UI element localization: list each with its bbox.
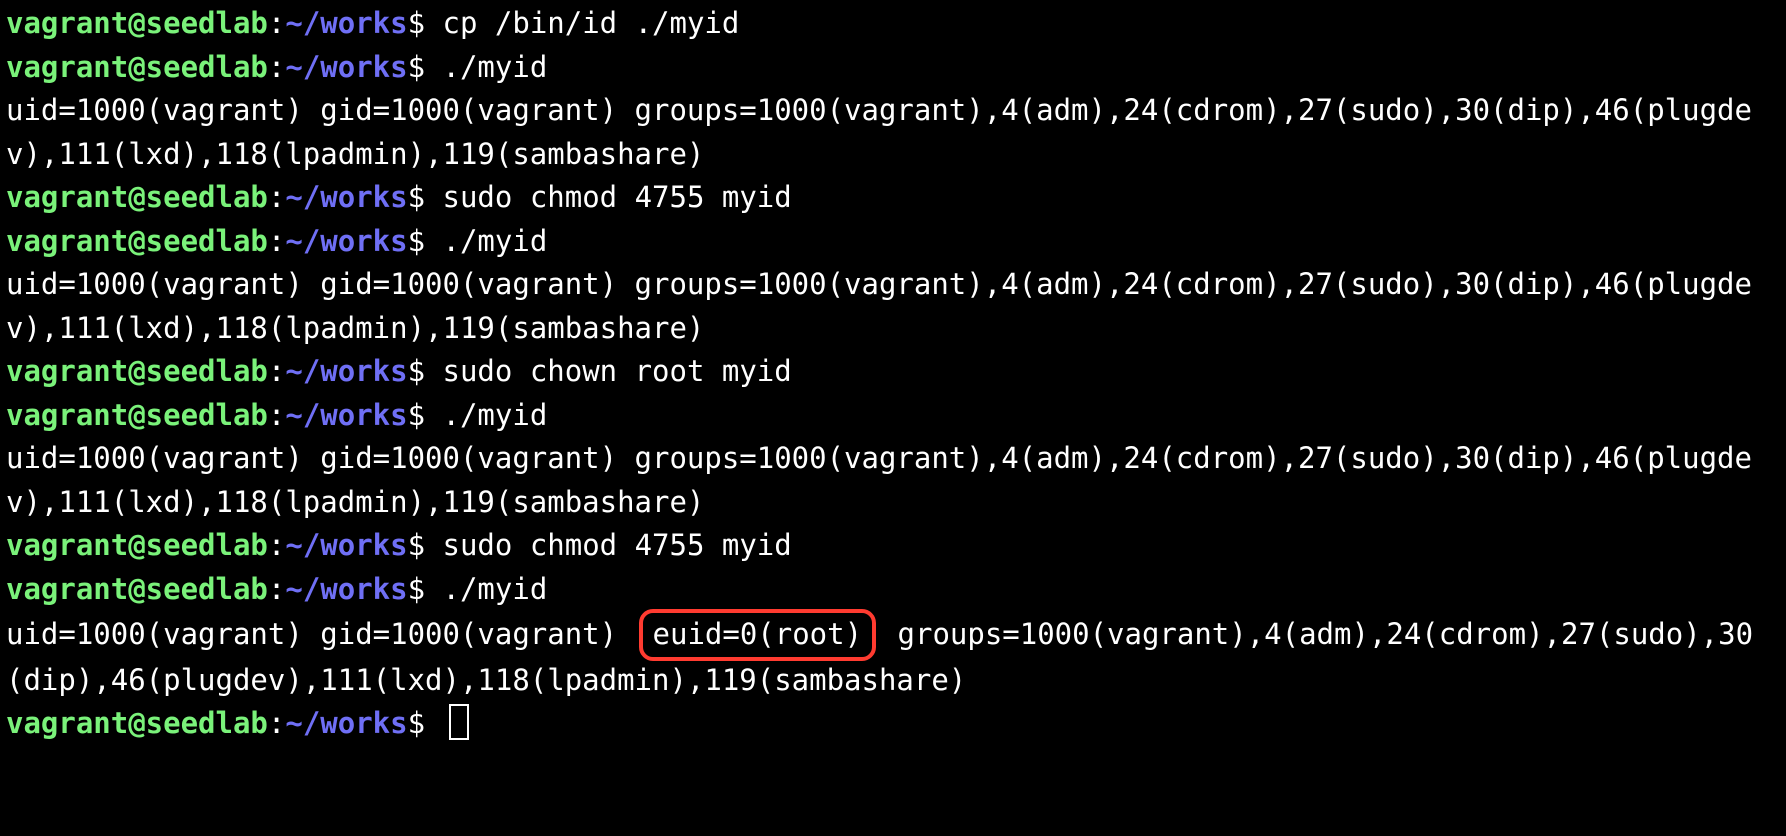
output-text: uid=1000(vagrant) gid=1000(vagrant) <box>6 617 635 651</box>
prompt-path: ~/works <box>285 50 407 84</box>
terminal-line: vagrant@seedlab:~/works$ sudo chmod 4755… <box>6 176 1780 220</box>
command-text: cp /bin/id ./myid <box>443 6 740 40</box>
prompt-user-host: vagrant@seedlab <box>6 50 268 84</box>
command-text: ./myid <box>443 50 548 84</box>
prompt-user-host: vagrant@seedlab <box>6 528 268 562</box>
cursor-icon <box>449 704 469 740</box>
prompt-user-host: vagrant@seedlab <box>6 706 268 740</box>
prompt-path: ~/works <box>285 706 407 740</box>
prompt-user-host: vagrant@seedlab <box>6 180 268 214</box>
terminal-line: vagrant@seedlab:~/works$ ./myid <box>6 568 1780 612</box>
prompt-user-host: vagrant@seedlab <box>6 354 268 388</box>
terminal-line: vagrant@seedlab:~/works$ <box>6 702 1780 746</box>
prompt-path: ~/works <box>285 180 407 214</box>
command-text: sudo chown root myid <box>443 354 792 388</box>
prompt-path: ~/works <box>285 224 407 258</box>
highlight-euid: euid=0(root) <box>639 609 877 661</box>
prompt-dollar: $ <box>408 224 443 258</box>
prompt-dollar: $ <box>408 398 443 432</box>
prompt-path: ~/works <box>285 398 407 432</box>
terminal-line: uid=1000(vagrant) gid=1000(vagrant) grou… <box>6 437 1780 524</box>
prompt-dollar: $ <box>408 528 443 562</box>
prompt-dollar: $ <box>408 50 443 84</box>
prompt-colon: : <box>268 572 285 606</box>
prompt-colon: : <box>268 528 285 562</box>
terminal-line: uid=1000(vagrant) gid=1000(vagrant) grou… <box>6 89 1780 176</box>
prompt-path: ~/works <box>285 572 407 606</box>
prompt-colon: : <box>268 398 285 432</box>
prompt-user-host: vagrant@seedlab <box>6 224 268 258</box>
terminal-line: vagrant@seedlab:~/works$ sudo chmod 4755… <box>6 524 1780 568</box>
prompt-dollar: $ <box>408 706 443 740</box>
prompt-colon: : <box>268 180 285 214</box>
terminal-line: vagrant@seedlab:~/works$ ./myid <box>6 394 1780 438</box>
prompt-path: ~/works <box>285 6 407 40</box>
prompt-path: ~/works <box>285 354 407 388</box>
prompt-dollar: $ <box>408 180 443 214</box>
prompt-colon: : <box>268 224 285 258</box>
prompt-colon: : <box>268 354 285 388</box>
command-text: ./myid <box>443 572 548 606</box>
prompt-colon: : <box>268 706 285 740</box>
command-text: sudo chmod 4755 myid <box>443 180 792 214</box>
prompt-colon: : <box>268 50 285 84</box>
terminal-line: vagrant@seedlab:~/works$ ./myid <box>6 46 1780 90</box>
terminal-line: uid=1000(vagrant) gid=1000(vagrant) grou… <box>6 263 1780 350</box>
prompt-user-host: vagrant@seedlab <box>6 398 268 432</box>
prompt-colon: : <box>268 6 285 40</box>
terminal[interactable]: vagrant@seedlab:~/works$ cp /bin/id ./my… <box>0 0 1786 746</box>
prompt-user-host: vagrant@seedlab <box>6 572 268 606</box>
terminal-line: vagrant@seedlab:~/works$ ./myid <box>6 220 1780 264</box>
output-text: uid=1000(vagrant) gid=1000(vagrant) grou… <box>6 441 1752 519</box>
prompt-path: ~/works <box>285 528 407 562</box>
terminal-line: vagrant@seedlab:~/works$ cp /bin/id ./my… <box>6 2 1780 46</box>
output-text: uid=1000(vagrant) gid=1000(vagrant) grou… <box>6 93 1752 171</box>
command-text: ./myid <box>443 398 548 432</box>
prompt-dollar: $ <box>408 572 443 606</box>
prompt-dollar: $ <box>408 6 443 40</box>
prompt-dollar: $ <box>408 354 443 388</box>
prompt-user-host: vagrant@seedlab <box>6 6 268 40</box>
terminal-line: vagrant@seedlab:~/works$ sudo chown root… <box>6 350 1780 394</box>
command-text: ./myid <box>443 224 548 258</box>
output-text: uid=1000(vagrant) gid=1000(vagrant) grou… <box>6 267 1752 345</box>
command-text: sudo chmod 4755 myid <box>443 528 792 562</box>
terminal-line: uid=1000(vagrant) gid=1000(vagrant) euid… <box>6 611 1780 702</box>
